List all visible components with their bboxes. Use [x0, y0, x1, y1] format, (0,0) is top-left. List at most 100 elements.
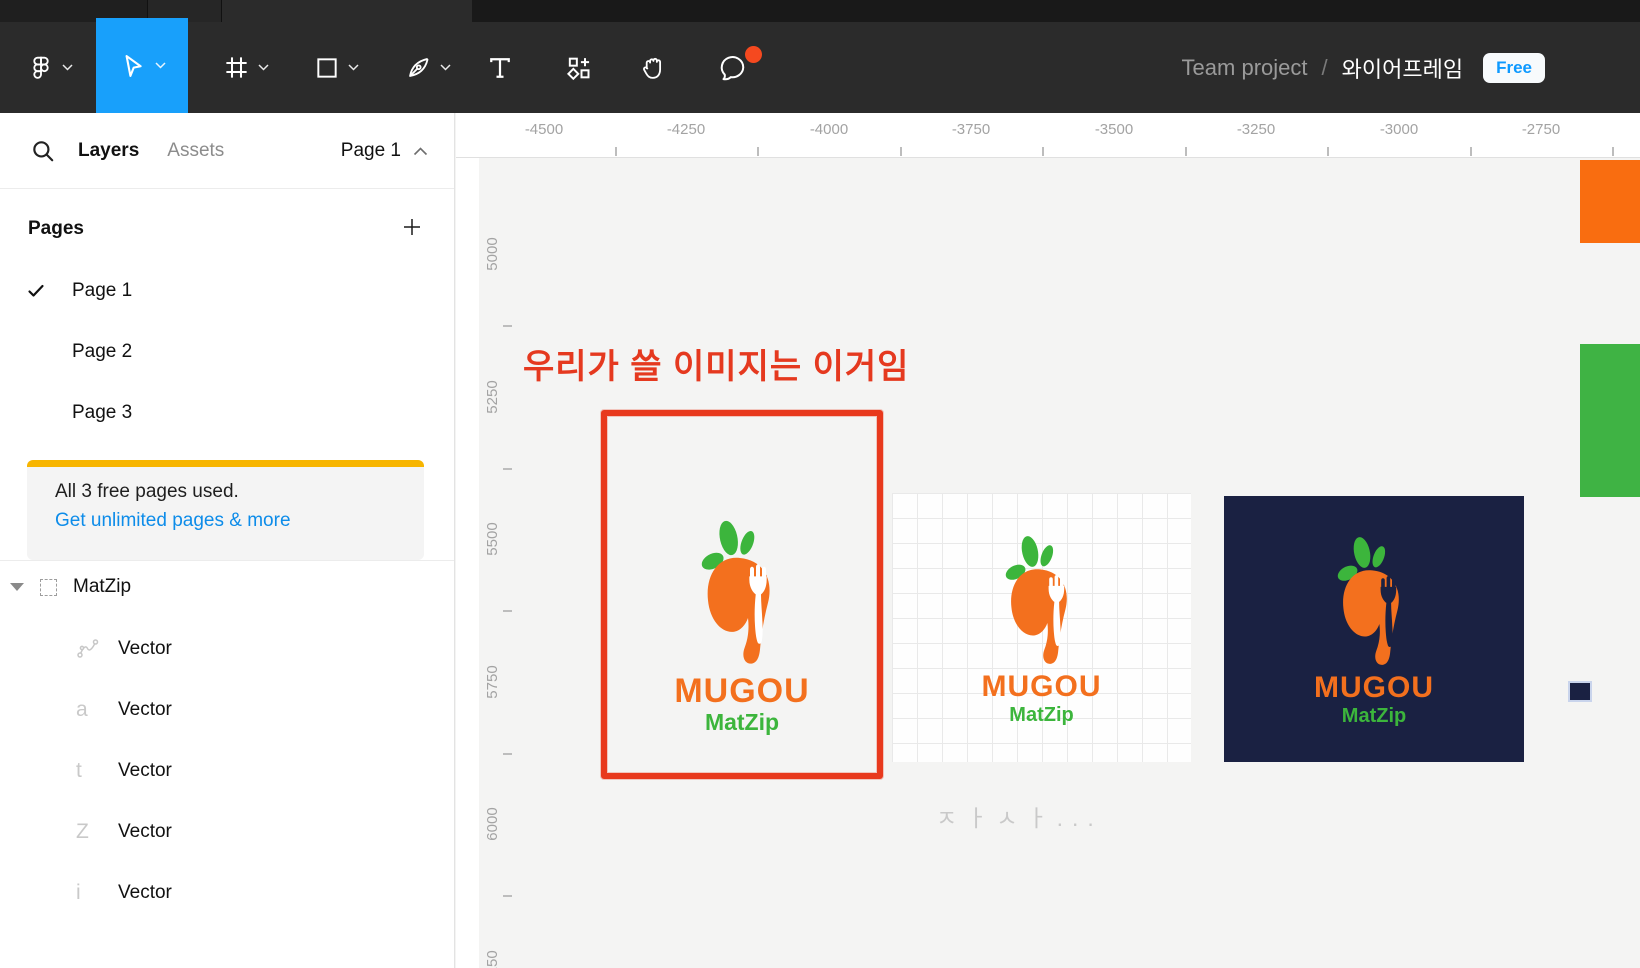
upgrade-accent-bar	[27, 460, 424, 467]
add-page-button[interactable]	[402, 217, 422, 242]
logo-tagline-text: MatZip	[1009, 703, 1074, 726]
logo-brand-text: MUGOU	[981, 669, 1102, 703]
vertical-ruler[interactable]	[456, 158, 479, 968]
page-row-2[interactable]: Page 2	[0, 321, 454, 382]
logo-image-grid-bg[interactable]: MUGOU MatZip	[892, 493, 1191, 762]
move-tool-button[interactable]	[96, 18, 188, 113]
vector-letter-a-icon: a	[76, 697, 88, 721]
left-sidebar: Layers Assets Page 1 Pages Page 1 Page 2	[0, 113, 455, 968]
orange-rectangle-shape[interactable]	[1580, 160, 1640, 243]
page-row-3[interactable]: Page 3	[0, 382, 454, 443]
chevron-down-icon	[347, 64, 359, 71]
logo-brand-text: MUGOU	[1314, 671, 1434, 704]
chevron-up-icon	[413, 140, 428, 162]
logo-image-navy-bg[interactable]: MUGOU MatZip	[1224, 496, 1524, 762]
ruler-tick	[503, 325, 512, 327]
ruler-label: -3500	[1094, 121, 1134, 138]
vector-letter-t-icon: t	[76, 758, 82, 782]
ruler-label: -4250	[666, 121, 706, 138]
ruler-label: -2750	[1521, 121, 1561, 138]
frame-layer-icon	[40, 578, 57, 596]
small-navy-square-shape[interactable]	[1568, 681, 1592, 702]
page-row-label: Page 2	[72, 340, 133, 362]
hand-tool-button[interactable]	[624, 22, 680, 113]
layer-row-matzip[interactable]: MatZip	[0, 558, 454, 616]
layer-row-vector[interactable]: Z Vector	[0, 801, 454, 862]
ruler-tick	[503, 468, 512, 470]
ruler-label: 6250	[484, 950, 501, 968]
breadcrumb: Team project / 와이어프레임 Free	[1182, 22, 1545, 113]
chevron-down-icon	[440, 64, 451, 71]
components-tool-button[interactable]	[550, 22, 606, 113]
search-icon[interactable]	[30, 138, 56, 164]
active-file-tab[interactable]	[222, 0, 472, 22]
logo-tagline-text: MatZip	[1341, 705, 1407, 727]
shape-tool-button[interactable]	[292, 22, 380, 113]
comment-tool-button[interactable]	[700, 22, 764, 113]
ruler-label: -4500	[524, 121, 564, 138]
chevron-down-icon	[61, 64, 73, 71]
pen-tool-button[interactable]	[384, 22, 472, 113]
layer-row-vector[interactable]: t Vector	[0, 740, 454, 801]
main-menu-button[interactable]	[14, 22, 86, 113]
carrot-fork-logo-icon	[1337, 537, 1399, 665]
layer-label: MatZip	[73, 576, 132, 597]
horizontal-ruler[interactable]: -4500 -4250 -4000 -3750 -3500 -3250 -300…	[456, 113, 1640, 158]
upgrade-banner: All 3 free pages used. Get unlimited pag…	[27, 460, 424, 560]
upgrade-message: All 3 free pages used.	[55, 481, 239, 502]
frame-tool-button[interactable]	[202, 22, 290, 113]
tab-layers[interactable]: Layers	[78, 140, 139, 162]
ruler-tick	[503, 610, 512, 612]
layer-label: Vector	[118, 637, 172, 659]
components-icon	[564, 54, 592, 82]
layer-row-vector[interactable]: i Vector	[0, 862, 454, 923]
layer-label: Vector	[118, 820, 172, 842]
layer-row-vector[interactable]: a Vector	[0, 679, 454, 740]
text-tool-button[interactable]	[474, 22, 526, 113]
ruler-label: -3250	[1236, 121, 1276, 138]
pages-heading: Pages	[28, 218, 84, 239]
page-row-label: Page 3	[72, 401, 133, 423]
placeholder-gray-text[interactable]: ㅈㅏㅅㅏ...	[936, 799, 1103, 833]
vector-path-icon	[76, 638, 116, 660]
ruler-tick	[615, 147, 617, 156]
carrot-fork-logo-icon	[701, 520, 770, 664]
disclosure-triangle-icon[interactable]	[10, 583, 24, 591]
logo-image-selected[interactable]: MUGOU MatZip	[601, 410, 883, 779]
comment-bubble-icon	[717, 53, 747, 83]
breadcrumb-team-project[interactable]: Team project	[1182, 55, 1308, 81]
layer-row-vector[interactable]: Vector	[0, 618, 454, 679]
breadcrumb-separator: /	[1321, 54, 1328, 80]
tab-assets[interactable]: Assets	[167, 140, 224, 162]
green-rectangle-shape[interactable]	[1580, 344, 1640, 497]
free-plan-badge[interactable]: Free	[1483, 52, 1545, 83]
toolbar: Team project / 와이어프레임 Free	[0, 0, 1640, 113]
vector-letter-i-icon: i	[76, 880, 81, 904]
logo-brand-text: MUGOU	[674, 672, 810, 710]
ruler-tick	[1185, 147, 1187, 156]
page-selector[interactable]: Page 1	[341, 140, 428, 162]
ruler-label: -3750	[951, 121, 991, 138]
ruler-tick	[503, 753, 512, 755]
carrot-fork-logo-icon	[1005, 535, 1067, 664]
ruler-label: -3000	[1379, 121, 1419, 138]
annotation-heading-text[interactable]: 우리가 쓸 이미지는 이거임	[523, 339, 909, 388]
move-cursor-icon	[119, 52, 147, 80]
frame-icon	[223, 54, 250, 81]
hand-icon	[638, 53, 667, 82]
ruler-tick	[503, 895, 512, 897]
page-row-label: Page 1	[72, 279, 133, 301]
ruler-label: 5250	[484, 380, 501, 414]
ruler-tick	[900, 147, 902, 156]
ruler-tick	[1327, 147, 1329, 156]
canvas-viewport[interactable]: -4500 -4250 -4000 -3750 -3500 -3250 -300…	[456, 113, 1640, 968]
page-row-1[interactable]: Page 1	[0, 260, 454, 321]
upgrade-link[interactable]: Get unlimited pages & more	[55, 510, 424, 532]
breadcrumb-file-name[interactable]: 와이어프레임	[1342, 52, 1463, 84]
logo-tagline-text: MatZip	[704, 709, 780, 735]
ruler-tick	[1042, 147, 1044, 156]
ruler-tick	[757, 147, 759, 156]
ruler-label: 5500	[484, 522, 501, 556]
ruler-label: -4000	[809, 121, 849, 138]
ruler-tick	[1612, 147, 1614, 156]
